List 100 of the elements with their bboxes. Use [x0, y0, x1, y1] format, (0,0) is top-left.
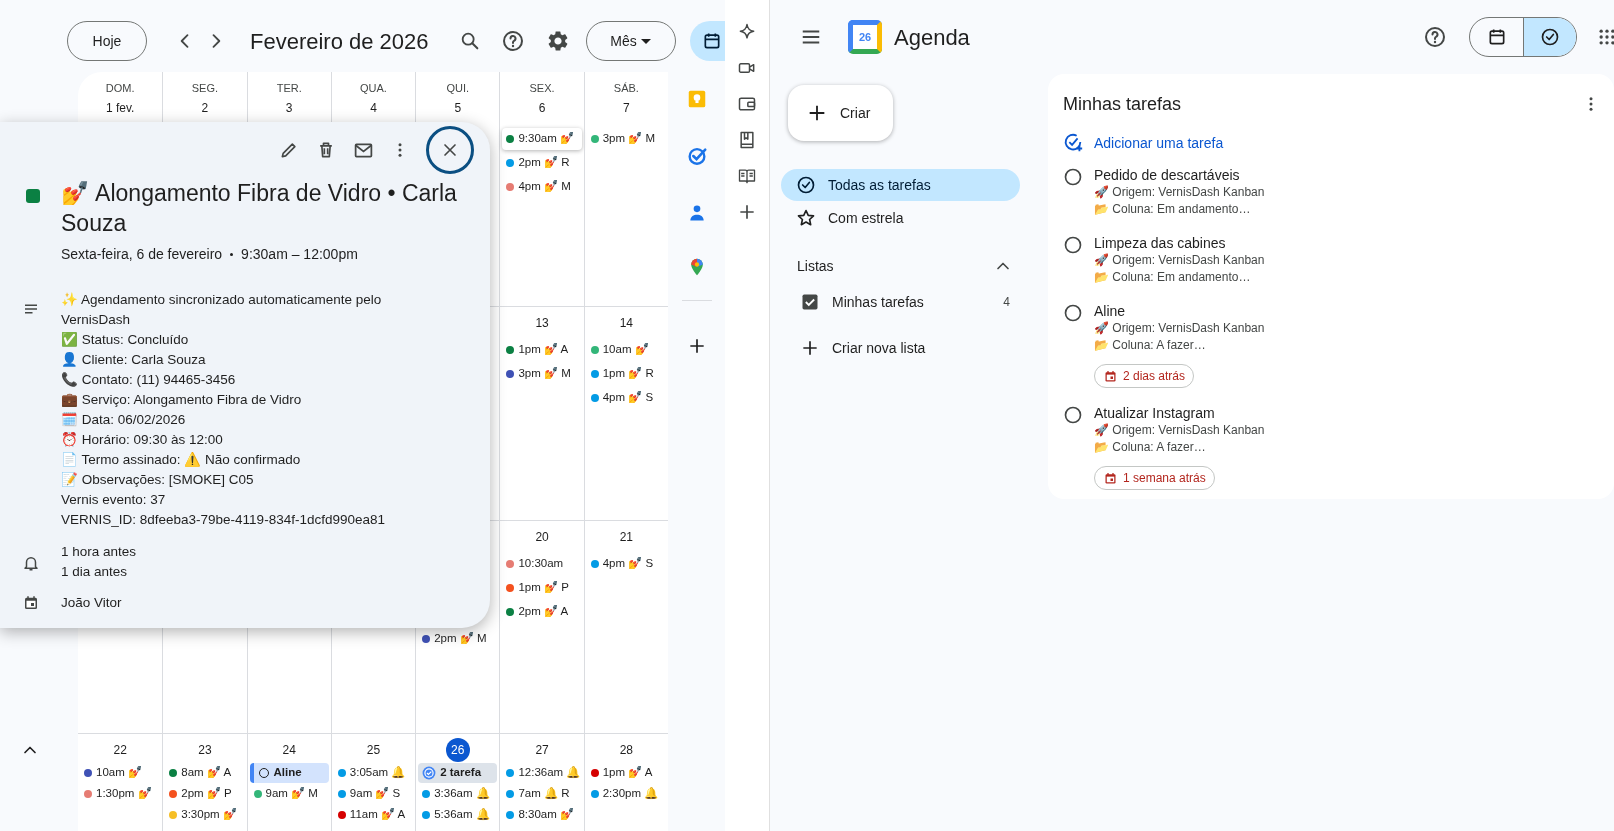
calendar-event[interactable]: 3pm 💅 M [502, 363, 582, 385]
calendar-icon [1103, 470, 1118, 486]
calendar-event[interactable]: 5:36am 🔔 [418, 805, 498, 825]
calendar-event[interactable]: 1pm 💅 A [502, 339, 582, 361]
task-check-icon[interactable] [685, 145, 708, 167]
weekday-label: SEG. [190, 81, 220, 96]
plus-icon[interactable] [737, 202, 757, 222]
weekday-label: TER. [275, 81, 303, 96]
task-note: 🚀 Origem: VernisDash Kanban [1094, 422, 1265, 439]
description-line: ✨ Agendamento sincronizado automaticamente pelo VernisDash [61, 291, 383, 329]
event-date: Sexta-feira, 6 de fevereiro [61, 245, 223, 264]
calendar-event[interactable]: 11am 💅 A [333, 805, 414, 825]
calendar-event[interactable]: 2:30pm 🔔 [586, 784, 666, 804]
task-title[interactable]: Atualizar Instagram [1094, 404, 1265, 422]
list-name[interactable]: Minhas tarefas [832, 292, 924, 312]
checkbox[interactable] [800, 292, 820, 312]
month-title: Fevereiro de 2026 [250, 27, 429, 56]
nav-item[interactable]: Todas as tarefas [781, 169, 1020, 201]
calendar-event[interactable]: 10am 💅 [586, 339, 666, 361]
weekday-label: SEX. [528, 81, 556, 96]
task-circle-icon[interactable] [1063, 303, 1083, 323]
new-list-link[interactable]: Criar nova lista [832, 338, 926, 358]
add-task-link[interactable]: Adicionar uma tarefa [1094, 133, 1224, 153]
bell-icon [22, 554, 40, 572]
calendar-event[interactable]: 2pm 💅 R [502, 152, 582, 174]
task-title[interactable]: Limpeza das cabines [1094, 234, 1265, 252]
day-number: 25 [365, 742, 382, 759]
day-number: 7 [622, 100, 631, 117]
calendar-event[interactable]: 9am 💅 S [333, 784, 414, 804]
calendar-event[interactable]: 7am 🔔 R [502, 784, 582, 804]
plus-icon[interactable] [800, 338, 820, 358]
calendar-event[interactable]: 2pm 💅 A [502, 601, 582, 623]
day-number: 24 [281, 742, 297, 759]
task-circle-icon[interactable] [1063, 235, 1083, 255]
day-number: 6 [537, 100, 547, 117]
calendar-event[interactable]: 4pm 💅 M [502, 176, 582, 198]
calendar-event[interactable]: 4pm 💅 S [586, 553, 666, 575]
calendar-event[interactable]: 1pm 💅 A [586, 763, 666, 783]
caret-icon [640, 38, 651, 44]
tasks-view-button[interactable] [1523, 18, 1576, 56]
task-note: 🚀 Origem: VernisDash Kanban [1094, 252, 1265, 269]
calendar-event[interactable]: 3:36am 🔔 [418, 784, 498, 804]
calendar-event[interactable]: 2pm 💅 P [165, 784, 245, 804]
description-line: ✅ Status: Concluído [61, 331, 190, 349]
calendar-event[interactable]: 9am 💅 M [249, 784, 329, 804]
calendar-icon [1103, 368, 1118, 384]
task-note: 🚀 Origem: VernisDash Kanban [1094, 184, 1265, 201]
day-number: 14 [618, 315, 634, 332]
close-button[interactable] [426, 126, 474, 174]
apps-icon[interactable] [1597, 27, 1614, 47]
calendar-event[interactable]: 9:30am 💅 [502, 128, 582, 150]
calendar-event[interactable]: 3pm 💅 M [586, 128, 666, 150]
calendar-event[interactable]: 1:30pm 💅 [80, 784, 161, 804]
task-circle-icon[interactable] [1063, 167, 1083, 187]
task-title[interactable]: Pedido de descartáveis [1094, 166, 1265, 184]
bookmark-book-icon[interactable] [737, 130, 757, 150]
weekday-label: DOM. [104, 81, 136, 96]
day-number: 13 [534, 315, 550, 332]
day-number: 22 [112, 742, 128, 759]
calendar-event[interactable]: 10:30am [502, 553, 582, 575]
weekday-label: QUI. [445, 81, 471, 96]
description-line: 🗓 Data: 06/02/2026 [61, 411, 187, 429]
wallet-icon[interactable] [737, 94, 757, 114]
circle-icon [257, 767, 270, 779]
description-line: ⏰ Horário: 09:30 às 12:00 [61, 431, 224, 449]
calendar-event[interactable]: 4pm 💅 S [586, 387, 666, 409]
calendar-event[interactable]: 12:36am 🔔 [502, 763, 582, 783]
day-number: 28 [618, 742, 634, 759]
add-task-icon[interactable] [1062, 132, 1084, 154]
calendar-event[interactable]: 3:05am 🔔 [333, 763, 414, 783]
event-title: 💅 Alongamento Fibra de Vidro • Carla Souza [61, 179, 458, 238]
calendar-event[interactable]: 10am 💅 [80, 763, 161, 783]
help-icon[interactable] [1423, 25, 1447, 49]
description-line: Vernis evento: 37 [61, 491, 167, 509]
calendar-event[interactable]: 8:30am 💅 [502, 805, 582, 825]
task-note: 📂 Coluna: Em andamento… [1094, 269, 1252, 286]
task-title[interactable]: Aline [1094, 302, 1265, 320]
task-group-chip[interactable]: 2 tarefa [418, 763, 498, 783]
event-time: 9:30am – 12:00pm [241, 245, 358, 264]
create-button[interactable]: Criar [788, 85, 893, 141]
calendar-event[interactable]: 1pm 💅 R [586, 363, 666, 385]
day-number: 20 [534, 529, 550, 546]
task-chip[interactable]: Aline [249, 763, 329, 783]
list-title: Minhas tarefas [1063, 93, 1182, 116]
task-circle-icon[interactable] [1063, 405, 1083, 425]
help-icon[interactable] [500, 29, 525, 53]
nav-item[interactable]: Com estrela [781, 202, 1020, 234]
calendar-event[interactable]: 3:30pm 💅 [165, 805, 245, 825]
day-number: 5 [453, 100, 463, 117]
calendar-event[interactable]: 2pm 💅 M [418, 628, 498, 650]
reminder-text: 1 hora antes [61, 543, 137, 561]
day-number: 26 [445, 738, 470, 762]
edit-icon[interactable] [279, 140, 299, 160]
check-circle-icon [1540, 27, 1560, 47]
check-circle-icon [796, 175, 816, 195]
calendar-event[interactable]: 1pm 💅 P [502, 577, 582, 599]
calendar-event[interactable]: 8am 💅 A [165, 763, 245, 783]
day-number: 3 [284, 100, 294, 117]
check-circle-icon [422, 766, 437, 780]
section-label: Listas [797, 257, 834, 276]
